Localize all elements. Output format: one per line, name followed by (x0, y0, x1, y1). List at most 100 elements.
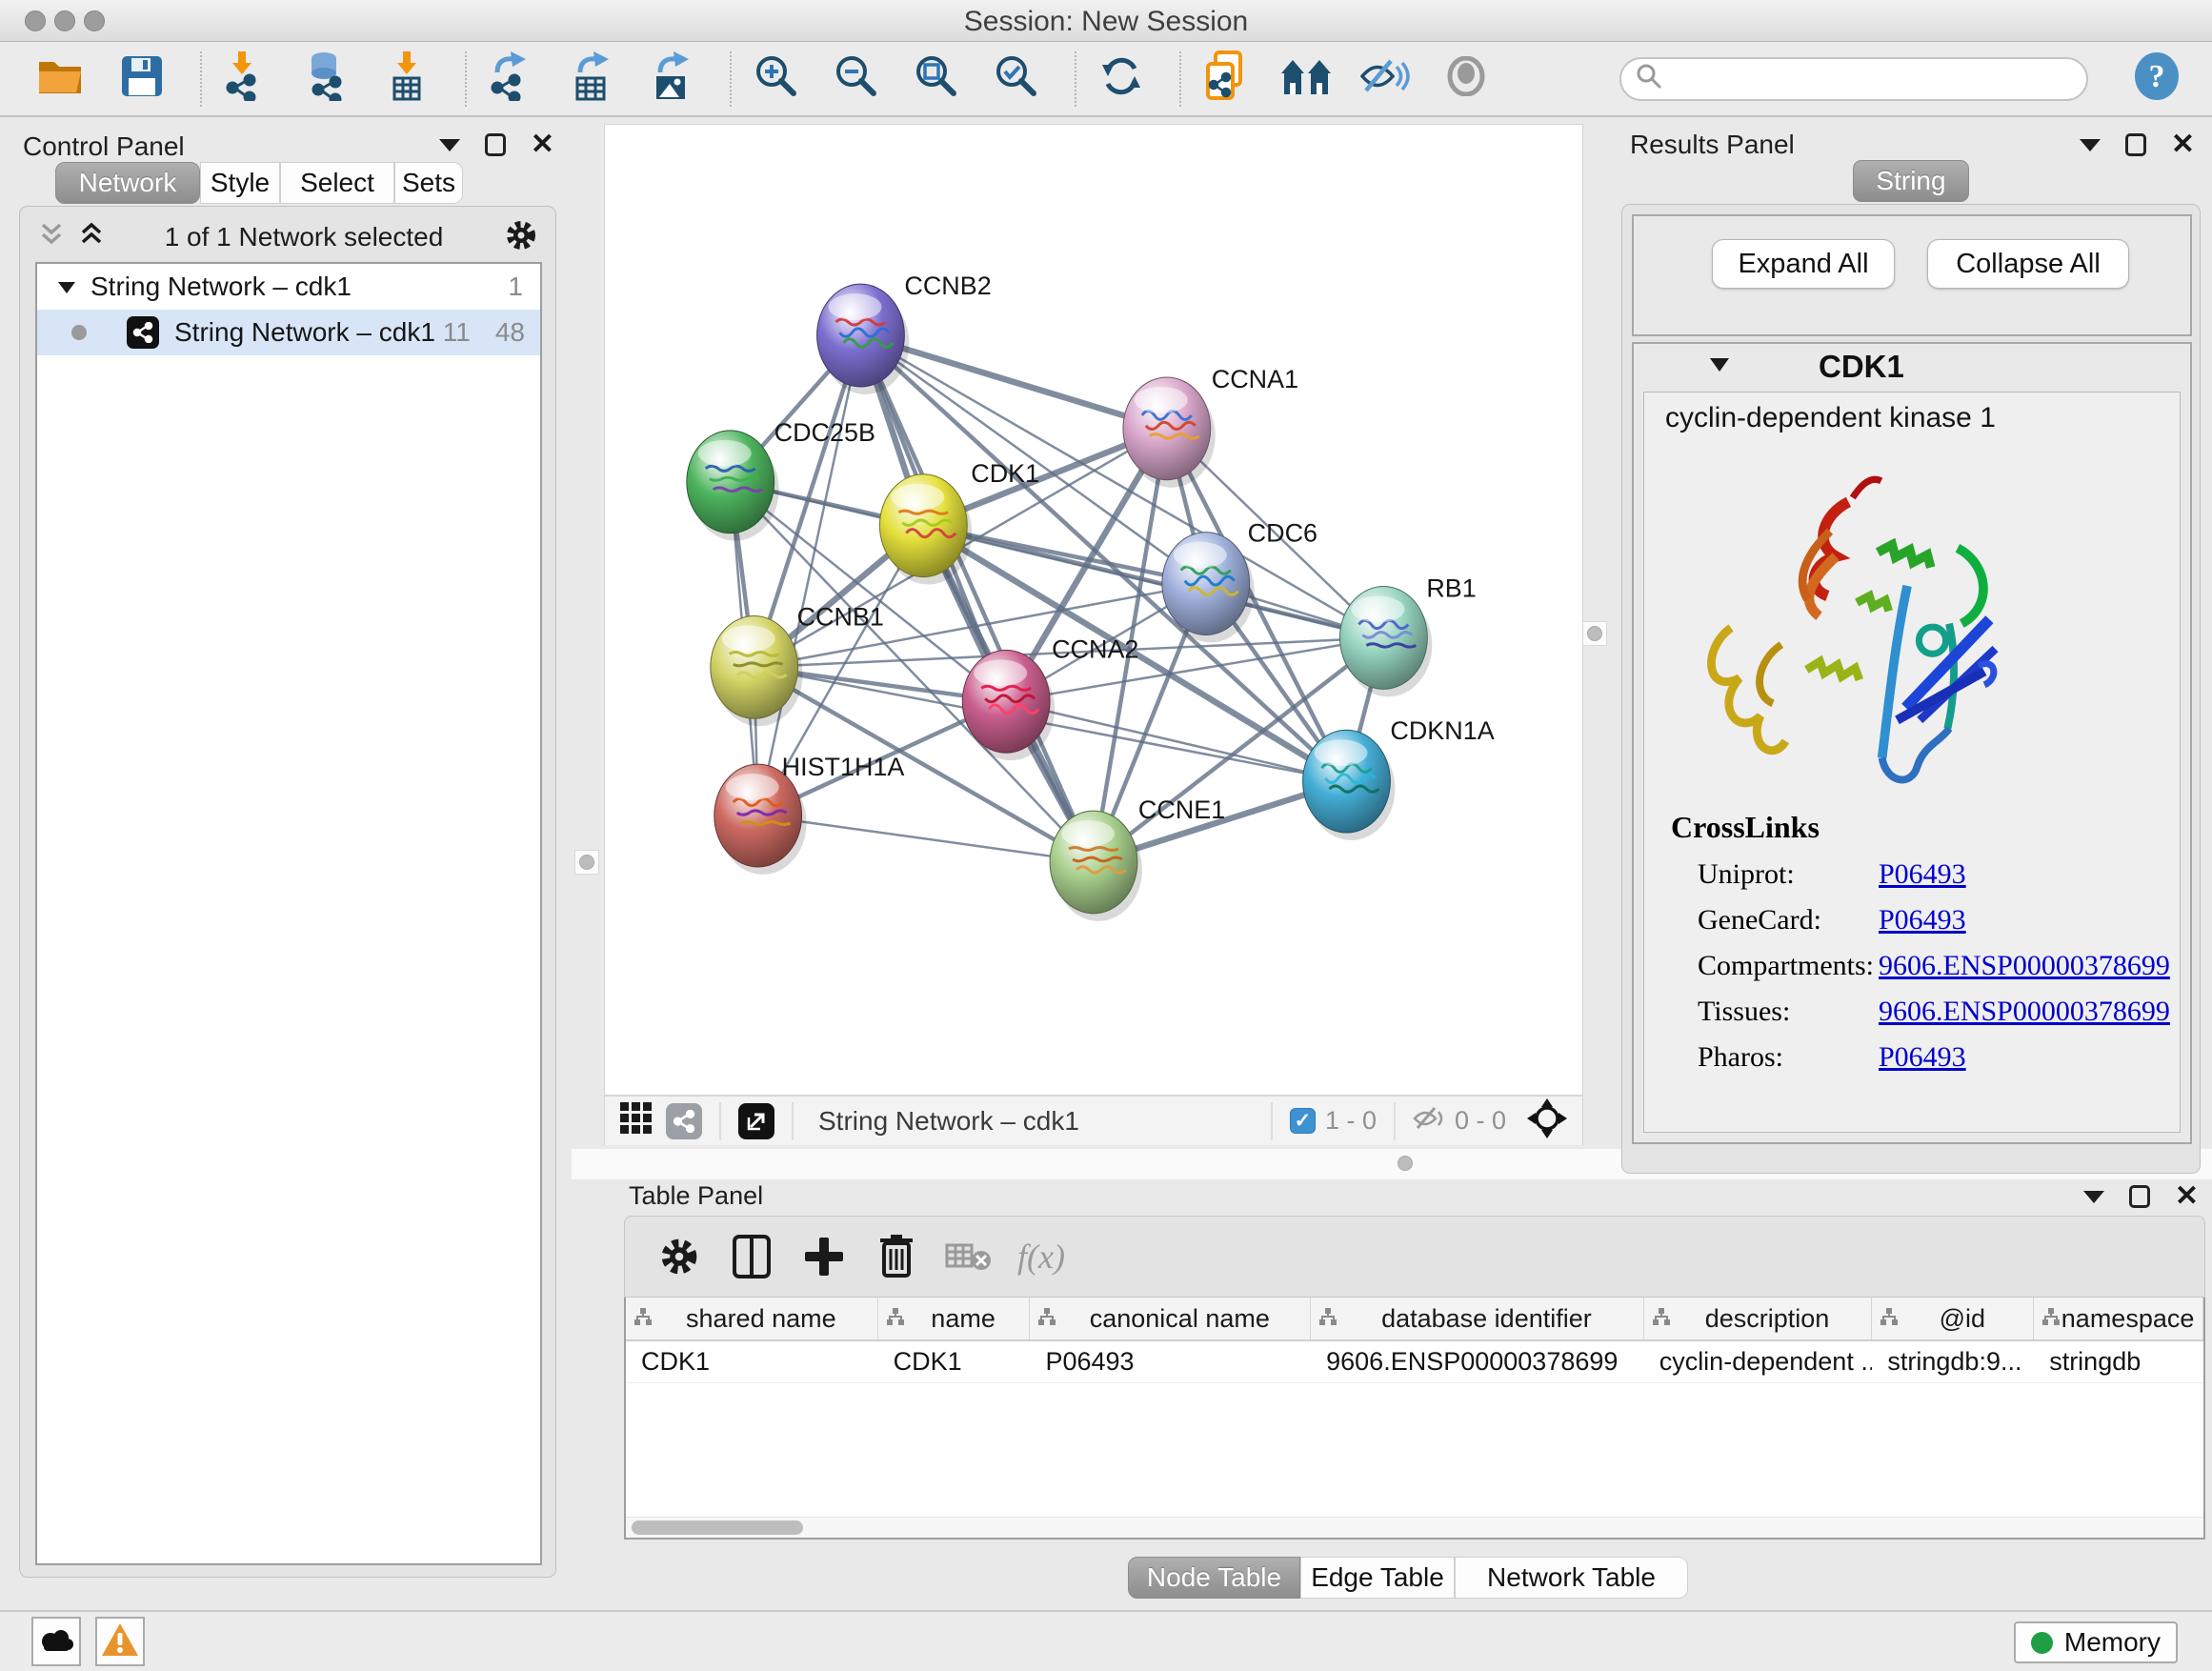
tab-string[interactable]: String (1853, 160, 1969, 202)
open-session-button[interactable] (36, 51, 88, 107)
zoom-out-button[interactable] (831, 51, 882, 107)
show-columns-button[interactable] (722, 1228, 781, 1285)
float-panel-icon[interactable] (2125, 133, 2146, 156)
zoom-fit-button[interactable] (911, 51, 962, 107)
float-panel-icon[interactable] (2129, 1185, 2150, 1208)
node-label: CCNE1 (1138, 795, 1225, 824)
search-input[interactable] (1619, 57, 2088, 101)
table-cell[interactable]: stringdb (2034, 1341, 2203, 1382)
column-header[interactable]: database identifier (1311, 1298, 1644, 1339)
expand-all-networks-icon[interactable] (79, 221, 104, 254)
uniprot-link[interactable]: P06493 (1879, 858, 1966, 891)
close-panel-icon[interactable]: ✕ (531, 133, 554, 156)
table-cell[interactable]: CDK1 (878, 1341, 1031, 1382)
expand-all-button[interactable]: Expand All (1712, 239, 1895, 289)
network-options-gear-icon[interactable] (504, 218, 538, 257)
first-neighbors-button[interactable] (1280, 51, 1332, 107)
bottom-splitter-dot-icon[interactable] (1398, 1156, 1413, 1171)
node-label: CCNB2 (904, 272, 991, 300)
compartments-link[interactable]: 9606.ENSP00000378699 (1879, 950, 2170, 982)
crosslink-label: Tissues: (1698, 996, 1879, 1028)
network-view-panel: CCNB2CCNA1CDC25BCDK1CDC6RB1CCNB1CCNA2CDK… (604, 124, 1583, 1145)
memory-label: Memory (2064, 1627, 2161, 1658)
network-canvas[interactable]: CCNB2CCNA1CDC25BCDK1CDC6RB1CCNB1CCNA2CDK… (605, 125, 1582, 1094)
grid-view-icon[interactable] (620, 1102, 653, 1139)
cloud-service-button[interactable] (31, 1617, 81, 1666)
hide-selected-button[interactable] (1360, 51, 1412, 107)
table-cell[interactable]: 9606.ENSP00000378699 (1311, 1341, 1644, 1382)
memory-button[interactable]: Memory (2014, 1621, 2178, 1663)
export-image-button[interactable] (646, 51, 697, 107)
left-splitter-handle[interactable] (574, 850, 599, 875)
column-header[interactable]: name (878, 1298, 1031, 1339)
collection-row[interactable]: String Network – cdk1 1 (37, 264, 540, 310)
close-panel-icon[interactable]: ✕ (2171, 133, 2195, 156)
tissues-link[interactable]: 9606.ENSP00000378699 (1879, 996, 2170, 1028)
collapse-panel-icon[interactable] (2083, 1191, 2104, 1203)
tree-sort-icon (1880, 1307, 1899, 1331)
entry-collapse-icon[interactable] (1708, 356, 1731, 378)
tab-network-table[interactable]: Network Table (1455, 1557, 1688, 1599)
genecard-link[interactable]: P06493 (1879, 904, 1966, 936)
birdseye-navigator-icon[interactable] (1527, 1098, 1567, 1143)
open-in-browser-icon[interactable] (738, 1103, 774, 1139)
tab-node-table[interactable]: Node Table (1128, 1557, 1300, 1599)
node-table-row[interactable]: CDK1CDK1P064939606.ENSP00000378699cyclin… (626, 1341, 2203, 1383)
collapse-panel-icon[interactable] (439, 139, 460, 151)
tab-style[interactable]: Style (200, 162, 280, 204)
network-tab-content: 1 of 1 Network selected String Network –… (19, 206, 556, 1578)
zoom-selected-button[interactable] (991, 51, 1042, 107)
collapse-all-networks-icon[interactable] (39, 221, 64, 254)
tab-edge-table[interactable]: Edge Table (1300, 1557, 1455, 1599)
zoom-in-button[interactable] (751, 51, 802, 107)
warning-icon (101, 1622, 139, 1661)
table-cell[interactable]: stringdb:9... (1872, 1341, 2034, 1382)
close-panel-icon[interactable]: ✕ (2175, 1185, 2199, 1208)
table-cell[interactable]: cyclin-dependent ... (1644, 1341, 1873, 1382)
table-cell[interactable]: CDK1 (626, 1341, 878, 1382)
table-options-button[interactable] (650, 1228, 709, 1285)
table-toolbar: f(x) (624, 1216, 2205, 1298)
clone-network-button[interactable] (1200, 51, 1252, 107)
show-all-button[interactable] (1440, 51, 1492, 107)
column-header[interactable]: canonical name (1030, 1298, 1311, 1339)
float-panel-icon[interactable] (485, 133, 506, 156)
column-header[interactable]: namespace (2034, 1298, 2203, 1339)
collapse-all-button[interactable]: Collapse All (1927, 239, 2129, 289)
import-table-button[interactable] (381, 51, 432, 107)
table-cell[interactable]: P06493 (1030, 1341, 1311, 1382)
column-header[interactable]: shared name (626, 1298, 878, 1339)
import-network-database-button[interactable] (301, 51, 352, 107)
selected-nodes-checkbox[interactable]: ✓ (1290, 1108, 1316, 1134)
tab-network[interactable]: Network (55, 162, 200, 204)
column-header[interactable]: description (1644, 1298, 1873, 1339)
tab-sets[interactable]: Sets (394, 162, 463, 204)
hidden-eye-slash-icon[interactable] (1413, 1105, 1445, 1137)
warnings-button[interactable] (95, 1617, 145, 1666)
right-splitter-handle[interactable] (1582, 621, 1607, 646)
create-column-button[interactable] (794, 1228, 854, 1285)
import-network-file-button[interactable] (221, 51, 272, 107)
collapse-panel-icon[interactable] (2080, 139, 2101, 151)
save-session-button[interactable] (116, 51, 168, 107)
column-header[interactable]: @id (1872, 1298, 2034, 1339)
table-horizontal-scrollbar[interactable] (626, 1517, 2203, 1538)
tab-select[interactable]: Select (280, 162, 394, 204)
delete-table-button[interactable] (939, 1228, 998, 1285)
scrollbar-thumb[interactable] (632, 1520, 803, 1535)
delete-column-button[interactable] (867, 1228, 926, 1285)
gene-entry-header[interactable]: CDK1 (1634, 344, 2190, 390)
network-collection-list: String Network – cdk1 1 String Network –… (35, 262, 542, 1565)
help-button[interactable]: ? (2132, 51, 2182, 106)
refresh-layout-button[interactable] (1096, 51, 1147, 107)
function-builder-button[interactable]: f(x) (1017, 1237, 1065, 1277)
export-table-button[interactable] (566, 51, 617, 107)
save-floppy-icon (121, 55, 163, 102)
status-bar: Memory (0, 1610, 2212, 1671)
string-style-badge-icon[interactable] (666, 1103, 702, 1139)
network-row-selected[interactable]: String Network – cdk1 11 48 (37, 310, 540, 355)
pharos-link[interactable]: P06493 (1879, 1041, 1966, 1074)
export-network-button[interactable] (486, 51, 537, 107)
table-panel-title: Table Panel (629, 1181, 763, 1211)
collection-expand-icon[interactable] (56, 272, 77, 302)
